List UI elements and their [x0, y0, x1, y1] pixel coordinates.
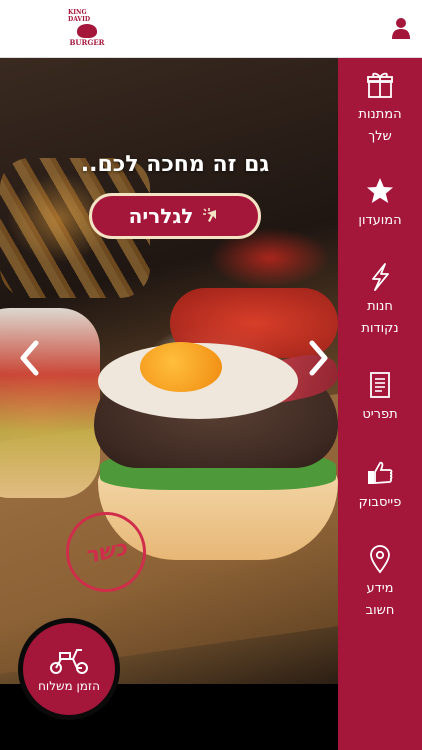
- order-delivery-circle[interactable]: הזמן משלוח: [23, 623, 115, 715]
- user-icon[interactable]: [391, 17, 411, 39]
- logo-bottom-text: BURGER: [69, 38, 105, 47]
- sidebar-item-facebook-label: פייסבוק: [358, 495, 402, 510]
- hero-headline: גם זה מחכה לכם..: [80, 152, 270, 177]
- sidebar-info-line2: חשוב: [365, 603, 395, 618]
- sidebar-points-line1: חנות: [367, 299, 393, 314]
- cursor-click-icon: [203, 208, 217, 222]
- location-pin-icon: [370, 545, 390, 574]
- slider-next-arrow-icon[interactable]: [306, 340, 330, 376]
- order-delivery-label: הזמן משלוח: [38, 679, 100, 693]
- scooter-icon: [50, 649, 88, 674]
- sidebar-item-menu-label: תפריט: [362, 407, 398, 422]
- brand-logo[interactable]: KING DAVID BURGER: [68, 9, 106, 47]
- order-delivery-button[interactable]: הזמן משלוח: [18, 618, 120, 720]
- menu-icon: [370, 372, 390, 398]
- lightning-icon: [372, 263, 389, 291]
- gallery-button-label: לגלריה: [128, 204, 194, 228]
- app-header: KING DAVID BURGER: [0, 0, 422, 58]
- star-icon: [367, 178, 393, 203]
- sidebar-item-info-label: מידע חשוב: [366, 578, 395, 622]
- sidebar-item-info[interactable]: מידע חשוב: [338, 544, 422, 622]
- kosher-stamp-text: כשר: [82, 535, 130, 569]
- sidebar-gifts-line1: המתנות: [358, 107, 402, 122]
- side-menu: המתנות שלך המועדון חנות נקודות תפריט פיי…: [338, 58, 422, 750]
- slider-prev-arrow-icon[interactable]: [18, 340, 42, 376]
- sidebar-item-menu[interactable]: תפריט: [338, 370, 422, 426]
- logo-top-text: KING DAVID: [68, 9, 91, 23]
- thumbs-up-icon: [368, 461, 393, 484]
- sidebar-item-club[interactable]: המועדון: [338, 176, 422, 232]
- logo-burger-shape: [77, 24, 97, 38]
- sidebar-item-points-store[interactable]: חנות נקודות: [338, 262, 422, 340]
- gallery-button[interactable]: לגלריה: [89, 193, 261, 239]
- sidebar-item-points-store-label: חנות נקודות: [361, 296, 398, 340]
- sidebar-gifts-line2: שלך: [368, 129, 392, 144]
- egg-yolk-image: [140, 342, 222, 392]
- sidebar-info-line1: מידע: [366, 581, 394, 596]
- gift-icon: [367, 72, 393, 98]
- sidebar-points-line2: נקודות: [361, 321, 399, 336]
- sidebar-item-facebook[interactable]: פייסבוק: [338, 458, 422, 514]
- sidebar-item-club-label: המועדון: [358, 213, 402, 228]
- side-burger-image: [0, 308, 100, 498]
- sidebar-item-gifts-label: המתנות שלך: [358, 104, 401, 148]
- sidebar-item-gifts[interactable]: המתנות שלך: [338, 70, 422, 148]
